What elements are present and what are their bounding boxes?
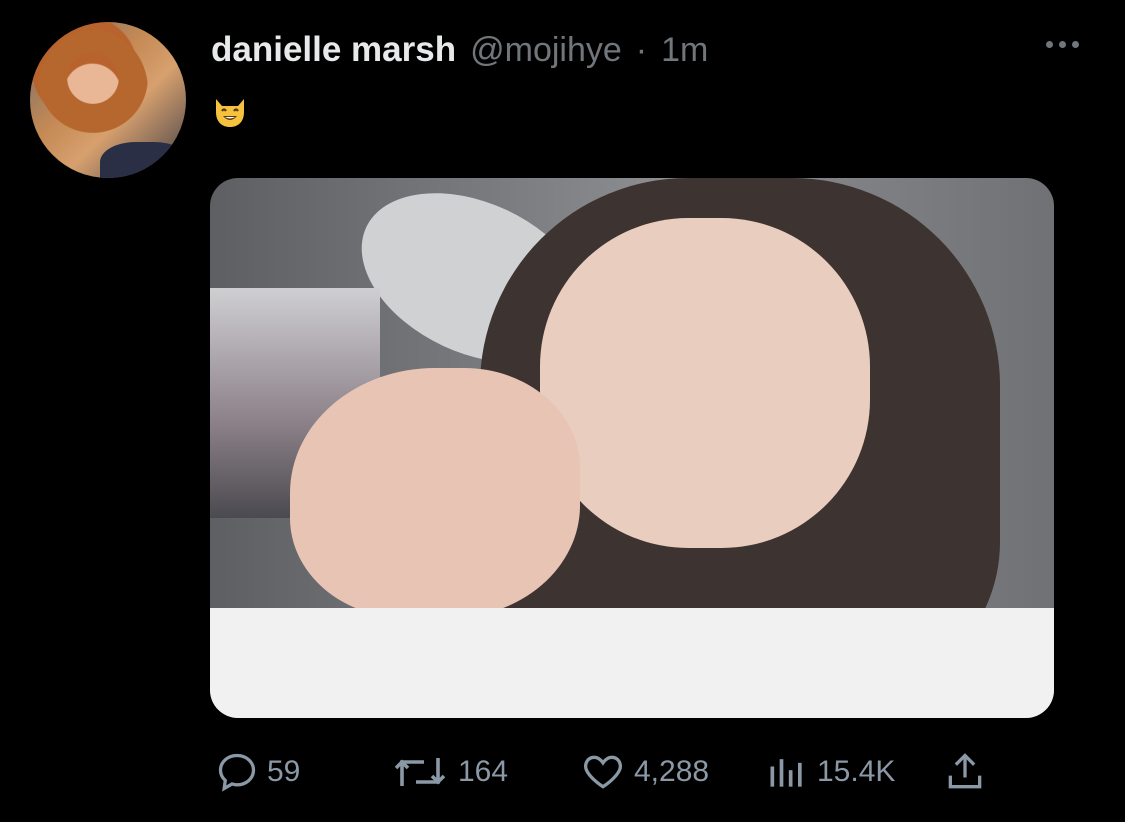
retweet-count: 164	[458, 755, 509, 788]
retweet-icon	[390, 750, 450, 794]
photo-shirt	[210, 608, 1054, 718]
reply-button[interactable]: 59	[215, 750, 300, 794]
heart-icon	[580, 750, 626, 794]
more-dot	[1045, 40, 1053, 48]
tweet-photo[interactable]	[210, 178, 1054, 718]
reply-icon	[215, 750, 259, 794]
share-icon	[943, 750, 987, 794]
user-handle[interactable]: @mojihye	[470, 31, 622, 70]
photo-hand	[290, 368, 580, 618]
more-dot	[1058, 40, 1066, 48]
tweet-text	[212, 94, 248, 128]
avatar-hair	[38, 30, 148, 150]
tweet-actions: 59 164 4,288 15.4K	[215, 750, 995, 794]
like-count: 4,288	[634, 755, 710, 788]
views-count: 15.4K	[817, 755, 896, 788]
avatar-shirt	[100, 142, 186, 178]
tweet-header: danielle marsh @mojihye · 1m	[211, 30, 708, 70]
share-button[interactable]	[943, 750, 987, 794]
more-dot	[1071, 40, 1079, 48]
like-button[interactable]: 4,288	[580, 750, 709, 794]
views-icon	[765, 750, 809, 794]
smiling-cat-emoji-icon	[216, 99, 244, 127]
timestamp[interactable]: 1m	[661, 31, 708, 70]
reply-count: 59	[267, 755, 301, 788]
display-name[interactable]: danielle marsh	[211, 30, 456, 70]
more-dots-icon[interactable]	[1040, 34, 1084, 54]
retweet-button[interactable]: 164	[390, 750, 508, 794]
avatar[interactable]	[30, 22, 186, 178]
separator: ·	[635, 31, 648, 69]
views-button[interactable]: 15.4K	[765, 750, 895, 794]
photo-face	[540, 218, 870, 548]
